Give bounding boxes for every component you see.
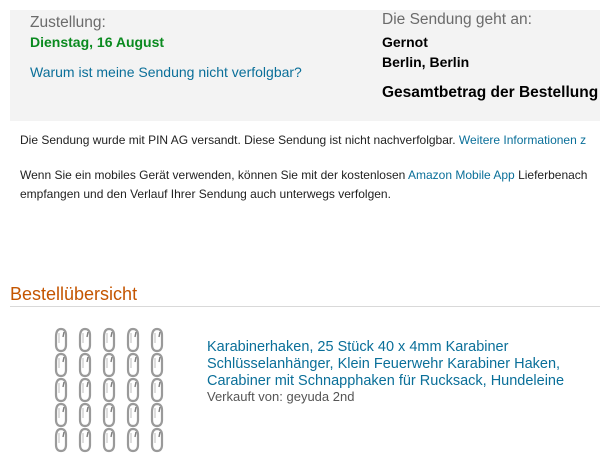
product-title-line-2: Schlüsselanhänger, Klein Feuerwehr Karab…: [207, 356, 561, 372]
heading-divider: [10, 306, 600, 307]
amazon-app-link[interactable]: Amazon Mobile App: [408, 168, 515, 182]
app-notice-text-after: Lieferbenach: [518, 168, 588, 182]
delivery-label: Zustellung:: [30, 14, 106, 31]
app-notice-line1: Wenn Sie ein mobiles Gerät verwenden, kö…: [20, 168, 587, 182]
product-title-line-1: Karabinerhaken, 25 Stück 40 x 4mm Karabi…: [207, 339, 509, 355]
carabiner-icon-grid: [54, 327, 164, 453]
more-info-link[interactable]: Weitere Informationen z: [459, 133, 586, 147]
app-notice-text: Wenn Sie ein mobiles Gerät verwenden, kö…: [20, 168, 406, 182]
shipping-notice-text: Die Sendung wurde mit PIN AG versandt. D…: [20, 133, 456, 147]
recipient-city: Berlin, Berlin: [382, 54, 470, 70]
recipient-name: Gernot: [382, 34, 428, 50]
recipient-label: Die Sendung geht an:: [382, 11, 532, 28]
seller-info: Verkauft von: geyuda 2nd: [207, 389, 355, 404]
delivery-date: Dienstag, 16 August: [30, 34, 165, 50]
shipping-notice: Die Sendung wurde mit PIN AG versandt. D…: [20, 133, 586, 147]
carabiner-hooks-image[interactable]: [52, 326, 178, 454]
tracking-help-link[interactable]: Warum ist meine Sendung nicht verfolgbar…: [30, 64, 302, 80]
app-notice-line2: empfangen und den Verlauf Ihrer Sendung …: [20, 187, 391, 201]
product-title-link[interactable]: Karabinerhaken, 25 Stück 40 x 4mm Karabi…: [207, 339, 564, 390]
order-total-label: Gesamtbetrag der Bestellung: [382, 84, 599, 101]
product-title-line-3: Carabiner mit Schnapphaken für Rucksack,…: [207, 373, 565, 389]
order-overview-heading: Bestellübersicht: [10, 284, 138, 304]
